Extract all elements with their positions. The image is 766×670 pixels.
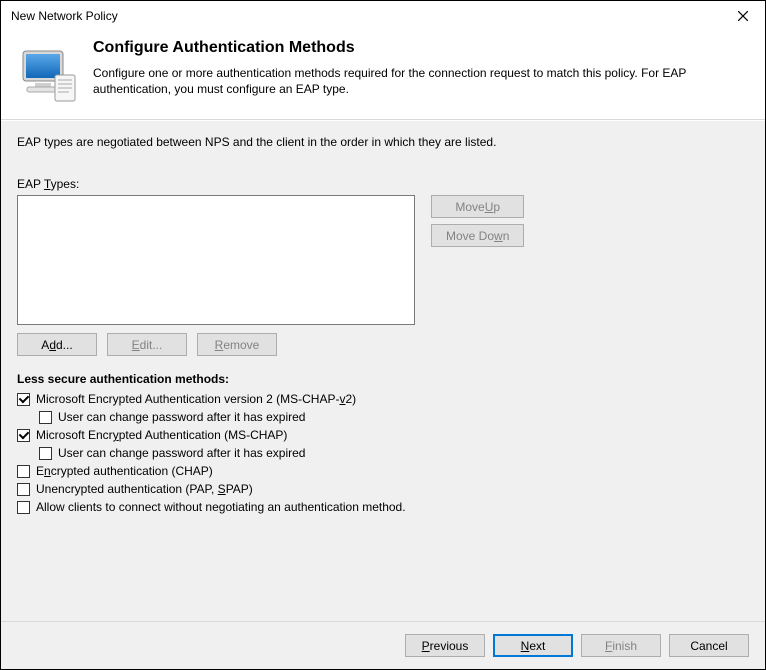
mschap2-pwd-label: User can change password after it has ex… (58, 410, 305, 424)
move-down-button[interactable]: Move Down (431, 224, 524, 247)
page-description: Configure one or more authentication met… (93, 65, 749, 97)
mschap2-pwd-checkbox[interactable] (39, 411, 52, 424)
mschap2-checkbox[interactable] (17, 393, 30, 406)
mschap-pwd-row: User can change password after it has ex… (39, 446, 749, 460)
mschap-label: Microsoft Encrypted Authentication (MS-C… (36, 428, 287, 442)
wizard-footer: Previous Next Finish Cancel (1, 621, 765, 669)
next-button[interactable]: Next (493, 634, 573, 657)
add-button[interactable]: Add... (17, 333, 97, 356)
wizard-header: Configure Authentication Methods Configu… (1, 31, 765, 120)
allow-no-auth-row: Allow clients to connect without negotia… (17, 500, 749, 514)
allow-no-auth-checkbox[interactable] (17, 501, 30, 514)
eap-types-row: Move Up Move Down (17, 195, 749, 325)
chap-checkbox[interactable] (17, 465, 30, 478)
mschap-pwd-label: User can change password after it has ex… (58, 446, 305, 460)
wizard-body: EAP types are negotiated between NPS and… (1, 120, 765, 621)
cancel-button[interactable]: Cancel (669, 634, 749, 657)
pap-checkbox[interactable] (17, 483, 30, 496)
eap-negotiation-note: EAP types are negotiated between NPS and… (17, 135, 749, 149)
eap-crud-buttons: Add... Edit... Remove (17, 333, 749, 356)
close-icon (738, 11, 748, 21)
less-secure-checkbox-list: Microsoft Encrypted Authentication versi… (17, 392, 749, 514)
policy-icon (17, 45, 77, 105)
remove-button[interactable]: Remove (197, 333, 277, 356)
less-secure-label: Less secure authentication methods: (17, 372, 749, 386)
pap-row: Unencrypted authentication (PAP, SPAP) (17, 482, 749, 496)
chap-label: Encrypted authentication (CHAP) (36, 464, 213, 478)
edit-button[interactable]: Edit... (107, 333, 187, 356)
mschap-checkbox[interactable] (17, 429, 30, 442)
mschap2-row: Microsoft Encrypted Authentication versi… (17, 392, 749, 406)
wizard-window: New Network Policy (0, 0, 766, 670)
close-button[interactable] (720, 1, 765, 31)
previous-button[interactable]: Previous (405, 634, 485, 657)
pap-label: Unencrypted authentication (PAP, SPAP) (36, 482, 253, 496)
eap-types-listbox[interactable] (17, 195, 415, 325)
titlebar: New Network Policy (1, 1, 765, 31)
mschap2-label: Microsoft Encrypted Authentication versi… (36, 392, 356, 406)
mschap-row: Microsoft Encrypted Authentication (MS-C… (17, 428, 749, 442)
window-title: New Network Policy (11, 9, 720, 23)
move-up-button[interactable]: Move Up (431, 195, 524, 218)
finish-button[interactable]: Finish (581, 634, 661, 657)
chap-row: Encrypted authentication (CHAP) (17, 464, 749, 478)
header-text: Configure Authentication Methods Configu… (93, 39, 749, 97)
allow-no-auth-label: Allow clients to connect without negotia… (36, 500, 406, 514)
eap-types-label: EAP Types: (17, 177, 749, 191)
mschap-pwd-checkbox[interactable] (39, 447, 52, 460)
mschap2-pwd-row: User can change password after it has ex… (39, 410, 749, 424)
page-title: Configure Authentication Methods (93, 39, 749, 57)
eap-reorder-buttons: Move Up Move Down (431, 195, 524, 325)
